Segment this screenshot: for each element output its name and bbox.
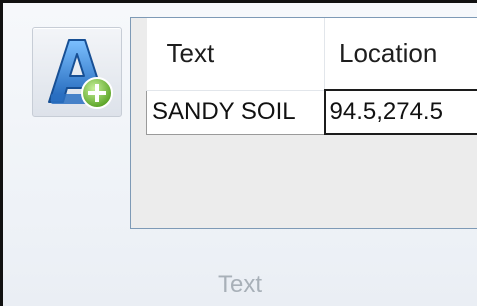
- cell-text[interactable]: SANDY SOIL: [146, 89, 325, 135]
- add-text-button[interactable]: [32, 27, 122, 117]
- add-text-icon: [48, 39, 113, 109]
- cell-location[interactable]: 94.5,274.5: [323, 89, 477, 135]
- ribbon-group-text: Text Location SANDY SOIL 94.5,274.5 Text: [0, 0, 477, 306]
- table-row[interactable]: SANDY SOIL 94.5,274.5: [146, 89, 477, 135]
- grid-header-row: Text Location: [146, 18, 477, 91]
- text-grid: Text Location SANDY SOIL 94.5,274.5: [146, 18, 477, 135]
- group-label: Text: [217, 271, 262, 298]
- column-header-text[interactable]: Text: [146, 18, 325, 91]
- text-grid-panel: Text Location SANDY SOIL 94.5,274.5: [130, 17, 477, 229]
- column-header-location[interactable]: Location: [324, 18, 477, 91]
